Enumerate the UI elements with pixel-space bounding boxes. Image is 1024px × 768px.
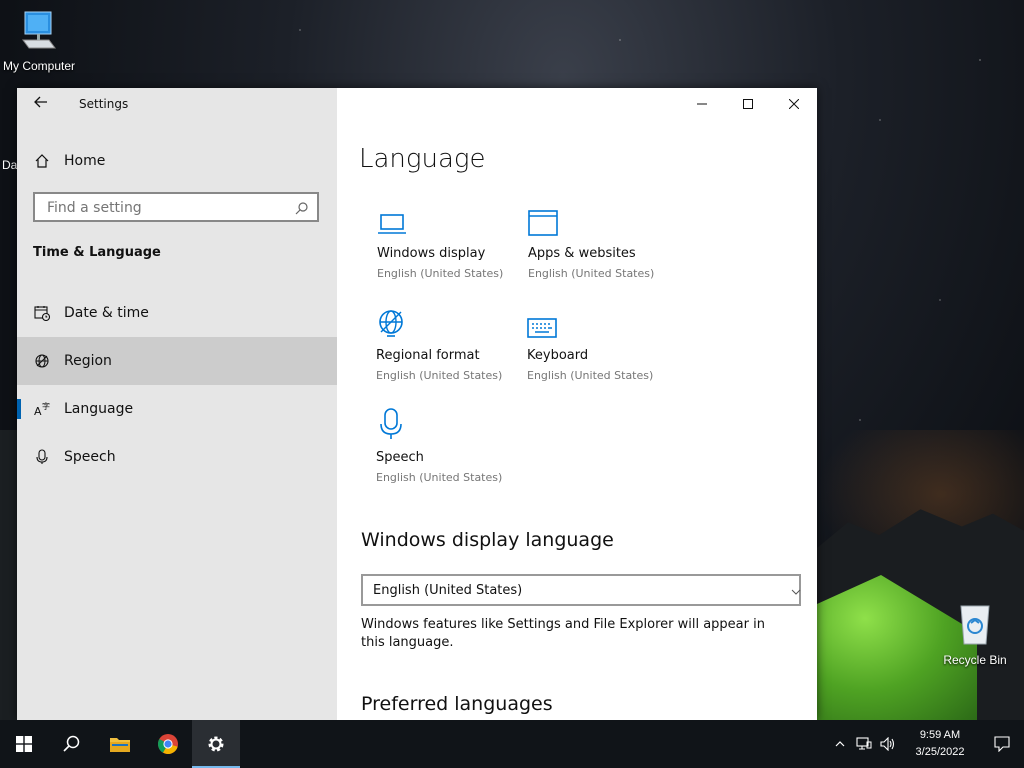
tile-label: Regional format — [376, 348, 480, 363]
search-icon[interactable] — [295, 200, 309, 219]
search-box[interactable] — [33, 192, 319, 222]
preferred-languages-heading: Preferred languages — [361, 693, 553, 715]
arrow-left-icon — [34, 96, 47, 108]
svg-text:A: A — [34, 405, 42, 417]
tile-label: Keyboard — [527, 348, 589, 363]
file-explorer-button[interactable] — [96, 720, 144, 768]
action-center-button[interactable] — [980, 720, 1024, 768]
window-controls — [679, 88, 817, 120]
folder-icon — [110, 738, 130, 752]
home-icon — [34, 153, 50, 169]
network-button[interactable] — [852, 720, 876, 768]
sidebar-item-label: Home — [64, 153, 106, 169]
maximize-button[interactable] — [725, 88, 771, 120]
close-button[interactable] — [771, 88, 817, 120]
system-tray: 9:59 AM 3/25/2022 — [828, 720, 1024, 768]
language-icon: A字 — [34, 401, 50, 417]
tile-label: Apps & websites — [528, 246, 636, 261]
tile-windows-display[interactable]: Windows display English (United States) — [377, 200, 527, 280]
clock-time: 9:59 AM — [919, 729, 961, 741]
notification-icon — [994, 736, 1010, 752]
tile-sublabel: English (United States) — [377, 267, 504, 280]
sidebar-item-region[interactable]: Region — [17, 337, 337, 385]
page-title: Language — [359, 144, 486, 174]
recycle-bin-icon — [940, 602, 1010, 649]
speaker-icon — [880, 737, 895, 751]
sidebar-item-language[interactable]: A字 Language — [17, 385, 337, 433]
dropdown-value: English (United States) — [373, 582, 523, 598]
tile-regional-format[interactable]: Regional format English (United States) — [376, 302, 526, 382]
chevron-down-icon — [791, 585, 801, 600]
title-bar: Settings — [17, 88, 337, 120]
desktop-icon-label: My Computer — [2, 59, 76, 73]
window-icon — [528, 200, 678, 236]
microphone-icon — [34, 449, 50, 465]
tile-sublabel: English (United States) — [376, 471, 503, 484]
gear-icon — [208, 736, 224, 752]
clock-date: 3/25/2022 — [915, 746, 965, 758]
sidebar-item-label: Date & time — [64, 305, 149, 321]
display-language-dropdown[interactable]: English (United States) — [361, 574, 801, 606]
back-button[interactable] — [31, 94, 51, 114]
chevron-up-icon — [835, 741, 845, 747]
wallpaper-rock — [0, 430, 17, 720]
chrome-button[interactable] — [144, 720, 192, 768]
search-input[interactable] — [45, 194, 289, 222]
sidebar-item-home[interactable]: Home — [17, 137, 337, 185]
globe-icon — [34, 353, 50, 369]
svg-text:字: 字 — [42, 401, 50, 411]
sidebar-item-label: Speech — [64, 449, 116, 465]
display-language-heading: Windows display language — [361, 529, 614, 551]
settings-window: Settings Home Time & Language Date & tim… — [17, 88, 817, 720]
calendar-clock-icon — [34, 305, 50, 321]
sidebar-item-speech[interactable]: Speech — [17, 433, 337, 481]
sidebar-item-label: Region — [64, 353, 112, 369]
tile-label: Windows display — [377, 246, 486, 261]
chrome-icon — [157, 734, 178, 755]
laptop-icon — [377, 200, 527, 236]
desktop-icon-my-computer[interactable]: My Computer — [0, 10, 78, 73]
desktop-icon-recycle-bin[interactable]: Recycle Bin — [940, 602, 1010, 667]
minimize-icon — [697, 103, 707, 105]
minimize-button[interactable] — [679, 88, 725, 120]
network-icon — [856, 737, 872, 750]
settings-taskbar-button[interactable] — [192, 720, 240, 768]
computer-icon — [0, 10, 78, 55]
tile-sublabel: English (United States) — [528, 267, 655, 280]
start-button[interactable] — [0, 720, 48, 768]
sidebar-item-label: Language — [64, 401, 134, 417]
tile-apps-websites[interactable]: Apps & websites English (United States) — [528, 200, 678, 280]
clock[interactable]: 9:59 AM 3/25/2022 — [900, 727, 980, 761]
close-icon — [789, 99, 799, 109]
section-title: Time & Language — [33, 245, 161, 260]
tile-speech[interactable]: Speech English (United States) — [376, 404, 526, 484]
desktop-icon-label: Recycle Bin — [943, 653, 1007, 667]
display-language-description: Windows features like Settings and File … — [361, 617, 765, 650]
keyboard-icon — [527, 302, 677, 338]
search-button[interactable] — [48, 720, 96, 768]
maximize-icon — [743, 99, 753, 109]
tile-sublabel: English (United States) — [527, 369, 654, 382]
tile-keyboard[interactable]: Keyboard English (United States) — [527, 302, 677, 382]
sidebar-item-date-time[interactable]: Date & time — [17, 289, 337, 337]
tile-sublabel: English (United States) — [376, 369, 503, 382]
globe-icon — [376, 302, 526, 338]
microphone-icon — [376, 404, 526, 440]
sidebar: Settings Home Time & Language Date & tim… — [17, 88, 337, 720]
app-title: Settings — [79, 97, 129, 111]
main-pane: Language Windows display English (United… — [337, 88, 817, 720]
volume-button[interactable] — [876, 720, 900, 768]
show-hidden-icons-button[interactable] — [828, 720, 852, 768]
search-icon — [63, 735, 80, 752]
tile-label: Speech — [376, 450, 424, 465]
desktop-icon-partial-label: Da — [2, 158, 18, 172]
taskbar: 9:59 AM 3/25/2022 — [0, 720, 1024, 768]
windows-logo-icon — [16, 736, 32, 752]
